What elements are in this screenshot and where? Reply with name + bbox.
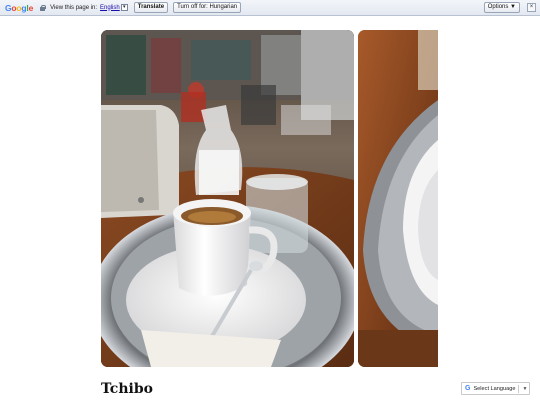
turn-off-button[interactable]: Turn off for: Hungarian (173, 2, 242, 13)
options-button[interactable]: Options ▼ (483, 2, 520, 13)
translate-prompt: View this page in: (50, 4, 98, 11)
logo-letter: e (28, 2, 34, 13)
language-dropdown-arrow[interactable]: ▾ (120, 4, 128, 11)
coffee-photo[interactable] (101, 30, 354, 367)
translate-button[interactable]: Translate (133, 2, 169, 13)
page-title: Tchibo (101, 381, 153, 397)
select-language-dropdown[interactable]: G Select Language ▼ (461, 382, 530, 395)
google-logo: Google (5, 3, 33, 13)
close-icon[interactable]: × (527, 3, 536, 12)
translate-bar: Google View this page in: English ▾ Tran… (0, 0, 540, 16)
cup-closeup-image (358, 30, 438, 367)
chevron-down-icon: ▼ (522, 385, 528, 392)
lock-icon (40, 4, 47, 11)
google-g-icon: G (465, 385, 471, 392)
select-language-label: Select Language (473, 385, 516, 392)
divider (518, 384, 520, 393)
cup-closeup-photo[interactable] (358, 30, 438, 367)
language-link[interactable]: English (100, 5, 120, 11)
coffee-photo-image (101, 30, 354, 367)
